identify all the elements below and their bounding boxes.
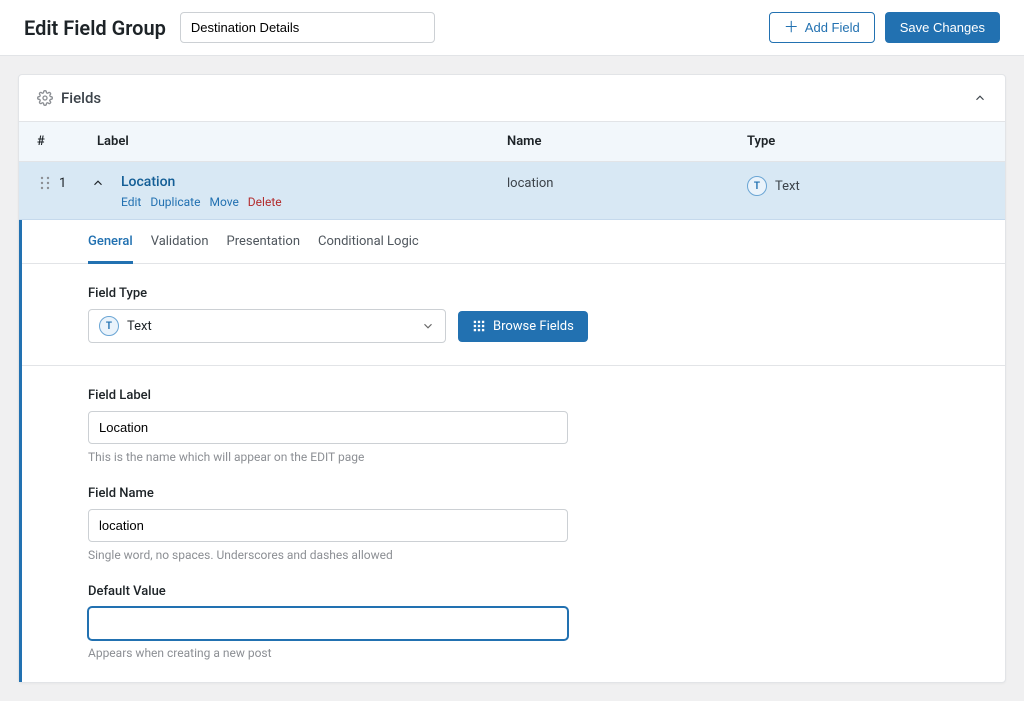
chevron-up-icon[interactable] [91,174,121,190]
grid-icon [472,319,486,333]
field-label-link[interactable]: Location [121,174,175,190]
tab-presentation[interactable]: Presentation [227,220,301,263]
tab-validation[interactable]: Validation [151,220,209,263]
field-row[interactable]: 1 Location Edit Duplicate Move Delete lo… [19,162,1005,220]
col-header-name: Name [507,134,747,149]
field-name-input[interactable] [88,509,568,542]
default-value-label: Default Value [88,584,939,599]
editor-tabs: General Validation Presentation Conditio… [22,220,1005,264]
row-name-cell: location [507,174,747,191]
page-header: Edit Field Group ＋ Add Field Save Change… [0,0,1024,56]
field-label-label: Field Label [88,388,939,403]
fields-icon [37,90,53,106]
tab-conditional[interactable]: Conditional Logic [318,220,419,263]
group-name-input[interactable] [180,12,435,43]
col-header-num: # [37,134,67,149]
save-label: Save Changes [900,20,985,35]
row-type-cell: T Text [747,174,987,196]
tab-general[interactable]: General [88,220,133,263]
plus-icon: ＋ [784,20,799,35]
drag-handle-icon[interactable] [37,174,53,190]
field-name-label: Field Name [88,486,939,501]
panel-title: Fields [61,89,101,107]
col-header-type: Type [747,134,987,149]
field-type-section: Field Type T Text [22,264,1005,366]
row-type: Text [775,179,800,194]
move-link[interactable]: Move [209,195,238,209]
field-settings-section: Field Label This is the name which will … [22,366,1005,682]
field-type-label: Field Type [88,286,939,301]
page-title: Edit Field Group [24,16,166,40]
field-editor: General Validation Presentation Conditio… [19,220,1005,682]
add-field-button[interactable]: ＋ Add Field [769,12,875,43]
type-badge-icon: T [99,316,119,336]
chevron-down-icon [421,319,435,333]
edit-link[interactable]: Edit [121,195,141,209]
field-label-hint: This is the name which will appear on th… [88,450,939,464]
add-field-label: Add Field [805,20,860,35]
fields-table-header: # Label Name Type [19,122,1005,162]
field-name-hint: Single word, no spaces. Underscores and … [88,548,939,562]
row-name: location [507,176,553,191]
fields-panel: Fields # Label Name Type 1 Location Edit [18,74,1006,683]
default-value-hint: Appears when creating a new post [88,646,939,660]
duplicate-link[interactable]: Duplicate [150,195,200,209]
browse-fields-label: Browse Fields [493,319,574,334]
field-type-value: Text [127,319,152,334]
field-type-select[interactable]: T Text [88,309,446,343]
browse-fields-button[interactable]: Browse Fields [458,311,588,342]
delete-link[interactable]: Delete [248,195,282,209]
chevron-up-icon[interactable] [973,91,987,105]
row-index: 1 [59,174,73,191]
panel-header[interactable]: Fields [19,75,1005,122]
header-actions: ＋ Add Field Save Changes [769,12,1000,43]
save-button[interactable]: Save Changes [885,12,1000,43]
type-badge-icon: T [747,176,767,196]
row-actions: Edit Duplicate Move Delete [121,195,507,209]
field-label-input[interactable] [88,411,568,444]
col-header-label: Label [97,134,507,149]
